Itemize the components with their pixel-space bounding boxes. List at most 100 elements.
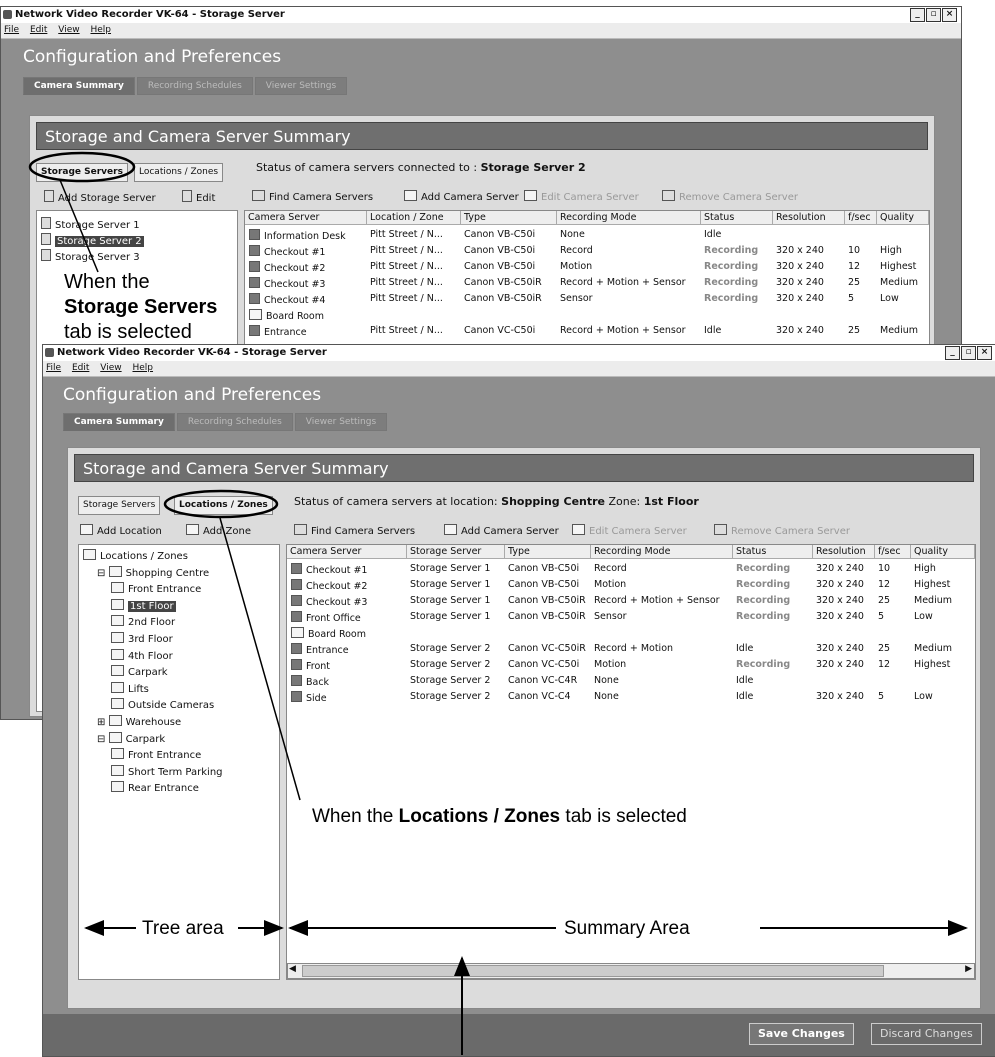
menu-help[interactable]: Help (90, 25, 111, 35)
tab-recording-schedules[interactable]: Recording Schedules (176, 413, 293, 431)
subtab-locations-zones[interactable]: Locations / Zones (134, 163, 224, 182)
tree-item[interactable]: ⊞ Warehouse (97, 715, 181, 728)
add-storage-server-button[interactable]: Add Storage Server (44, 190, 156, 204)
restore-button[interactable]: ▫ (961, 346, 976, 360)
column-header[interactable]: Quality (911, 545, 975, 559)
menu-view[interactable]: View (58, 25, 79, 35)
column-header[interactable]: Recording Mode (557, 211, 701, 225)
edit-camera-server-button[interactable]: Edit Camera Server (572, 524, 687, 537)
find-camera-servers-button[interactable]: Find Camera Servers (252, 190, 373, 203)
menu-help[interactable]: Help (132, 363, 153, 373)
column-header[interactable]: Quality (877, 211, 929, 225)
column-header[interactable]: Storage Server (407, 545, 505, 559)
tab-camera-summary[interactable]: Camera Summary (23, 77, 135, 95)
menu-edit[interactable]: Edit (30, 25, 47, 35)
menu-file[interactable]: File (4, 25, 19, 35)
column-header[interactable]: Camera Server (245, 211, 367, 225)
table-row-name[interactable]: Checkout #2 (291, 579, 367, 592)
subtab-locations-zones[interactable]: Locations / Zones (174, 496, 273, 515)
tree-item-storage-server-1[interactable]: Storage Server 1 (41, 217, 140, 231)
minimize-button[interactable]: _ (945, 346, 960, 360)
find-camera-servers-button[interactable]: Find Camera Servers (294, 524, 415, 537)
column-header[interactable]: Status (733, 545, 813, 559)
remove-camera-server-button[interactable]: Remove Camera Server (662, 190, 798, 203)
save-changes-button[interactable]: Save Changes (749, 1023, 854, 1045)
tree-item[interactable]: Front Entrance (111, 582, 201, 595)
expand-icon[interactable]: ⊞ (97, 717, 109, 728)
tree-item-storage-server-2[interactable]: Storage Server 2 (41, 233, 144, 247)
scroll-thumb[interactable] (302, 965, 884, 977)
menu-view[interactable]: View (100, 363, 121, 373)
restore-button[interactable]: ▫ (926, 8, 941, 22)
column-header[interactable]: Status (701, 211, 773, 225)
column-header[interactable]: f/sec (845, 211, 877, 225)
menu-file[interactable]: File (46, 363, 61, 373)
scroll-right-icon[interactable]: ▶ (965, 964, 972, 974)
table-row-name[interactable]: Checkout #3 (291, 595, 367, 608)
add-location-button[interactable]: Add Location (80, 524, 162, 537)
tree-item[interactable]: Short Term Parking (111, 764, 223, 778)
tree-item[interactable]: 3rd Floor (111, 632, 173, 645)
table-row-name[interactable]: Checkout #2 (249, 261, 325, 274)
tree-item[interactable]: Rear Entrance (111, 781, 199, 794)
tree-item[interactable]: Carpark (111, 665, 168, 678)
remove-camera-server-button[interactable]: Remove Camera Server (714, 524, 850, 537)
tree-item[interactable]: Outside Cameras (111, 698, 214, 711)
tree-item[interactable]: 2nd Floor (111, 615, 175, 628)
discard-changes-button[interactable]: Discard Changes (871, 1023, 982, 1045)
horizontal-scrollbar[interactable]: ◀ ▶ (287, 963, 975, 979)
camera-server-label: Side (306, 693, 327, 704)
tree-item-storage-server-3[interactable]: Storage Server 3 (41, 249, 140, 263)
folder-icon (186, 524, 199, 535)
subtab-storage-servers[interactable]: Storage Servers (36, 163, 128, 182)
table-row-name[interactable]: Front Office (291, 611, 361, 624)
table-cell: 320 x 240 (776, 277, 824, 288)
tree-item[interactable]: 4th Floor (111, 648, 173, 662)
table-row-name[interactable]: Back (291, 675, 329, 688)
edit-button[interactable]: Edit (182, 190, 215, 204)
table-row-name[interactable]: Checkout #3 (249, 277, 325, 290)
add-camera-server-button[interactable]: Add Camera Server (404, 190, 519, 203)
edit-camera-server-button[interactable]: Edit Camera Server (524, 190, 639, 203)
close-button[interactable]: × (977, 346, 992, 360)
table-row-name[interactable]: Front (291, 659, 330, 672)
add-zone-button[interactable]: Add Zone (186, 524, 251, 537)
column-header[interactable]: Recording Mode (591, 545, 733, 559)
menu-edit[interactable]: Edit (72, 363, 89, 373)
collapse-icon[interactable]: ⊟ (97, 734, 109, 745)
minimize-button[interactable]: _ (910, 8, 925, 22)
column-header[interactable]: Type (461, 211, 557, 225)
tree-item[interactable]: ⊟ Shopping Centre (97, 565, 209, 579)
table-cell: Recording (704, 245, 759, 256)
table-cell: Record (560, 245, 593, 256)
tab-recording-schedules[interactable]: Recording Schedules (136, 77, 253, 95)
collapse-icon[interactable]: ⊟ (97, 568, 109, 579)
tree-item[interactable]: Lifts (111, 681, 149, 695)
column-header[interactable]: Location / Zone (367, 211, 461, 225)
close-button[interactable]: × (942, 8, 957, 22)
table-row-name[interactable]: Checkout #1 (291, 563, 367, 576)
table-row-name[interactable]: Checkout #1 (249, 245, 325, 258)
table-row-name[interactable]: Board Room (291, 627, 366, 640)
subtab-storage-servers[interactable]: Storage Servers (78, 496, 161, 515)
tree-item[interactable]: ⊟ Carpark (97, 731, 165, 745)
table-row-name[interactable]: Entrance (249, 325, 307, 338)
add-camera-server-button[interactable]: Add Camera Server (444, 524, 559, 537)
scroll-left-icon[interactable]: ◀ (289, 964, 296, 974)
column-header[interactable]: Resolution (773, 211, 845, 225)
table-row-name[interactable]: Side (291, 691, 327, 704)
column-header[interactable]: f/sec (875, 545, 911, 559)
tab-viewer-settings[interactable]: Viewer Settings (254, 77, 348, 95)
tab-camera-summary[interactable]: Camera Summary (63, 413, 175, 431)
column-header[interactable]: Resolution (813, 545, 875, 559)
table-row-name[interactable]: Checkout #4 (249, 293, 325, 306)
tree-item[interactable]: Locations / Zones (83, 549, 188, 562)
table-row-name[interactable]: Information Desk (249, 229, 346, 242)
table-row-name[interactable]: Board Room (249, 309, 324, 322)
tree-item[interactable]: 1st Floor (111, 598, 176, 612)
tree-item[interactable]: Front Entrance (111, 748, 201, 761)
tab-viewer-settings[interactable]: Viewer Settings (294, 413, 388, 431)
column-header[interactable]: Camera Server (287, 545, 407, 559)
column-header[interactable]: Type (505, 545, 591, 559)
table-row-name[interactable]: Entrance (291, 643, 349, 656)
